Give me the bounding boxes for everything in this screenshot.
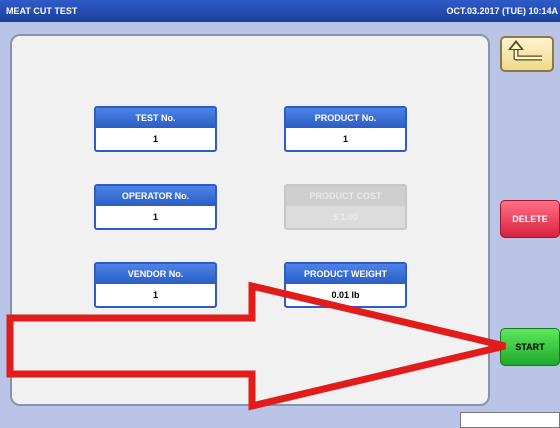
annotation-arrow [6, 281, 506, 411]
